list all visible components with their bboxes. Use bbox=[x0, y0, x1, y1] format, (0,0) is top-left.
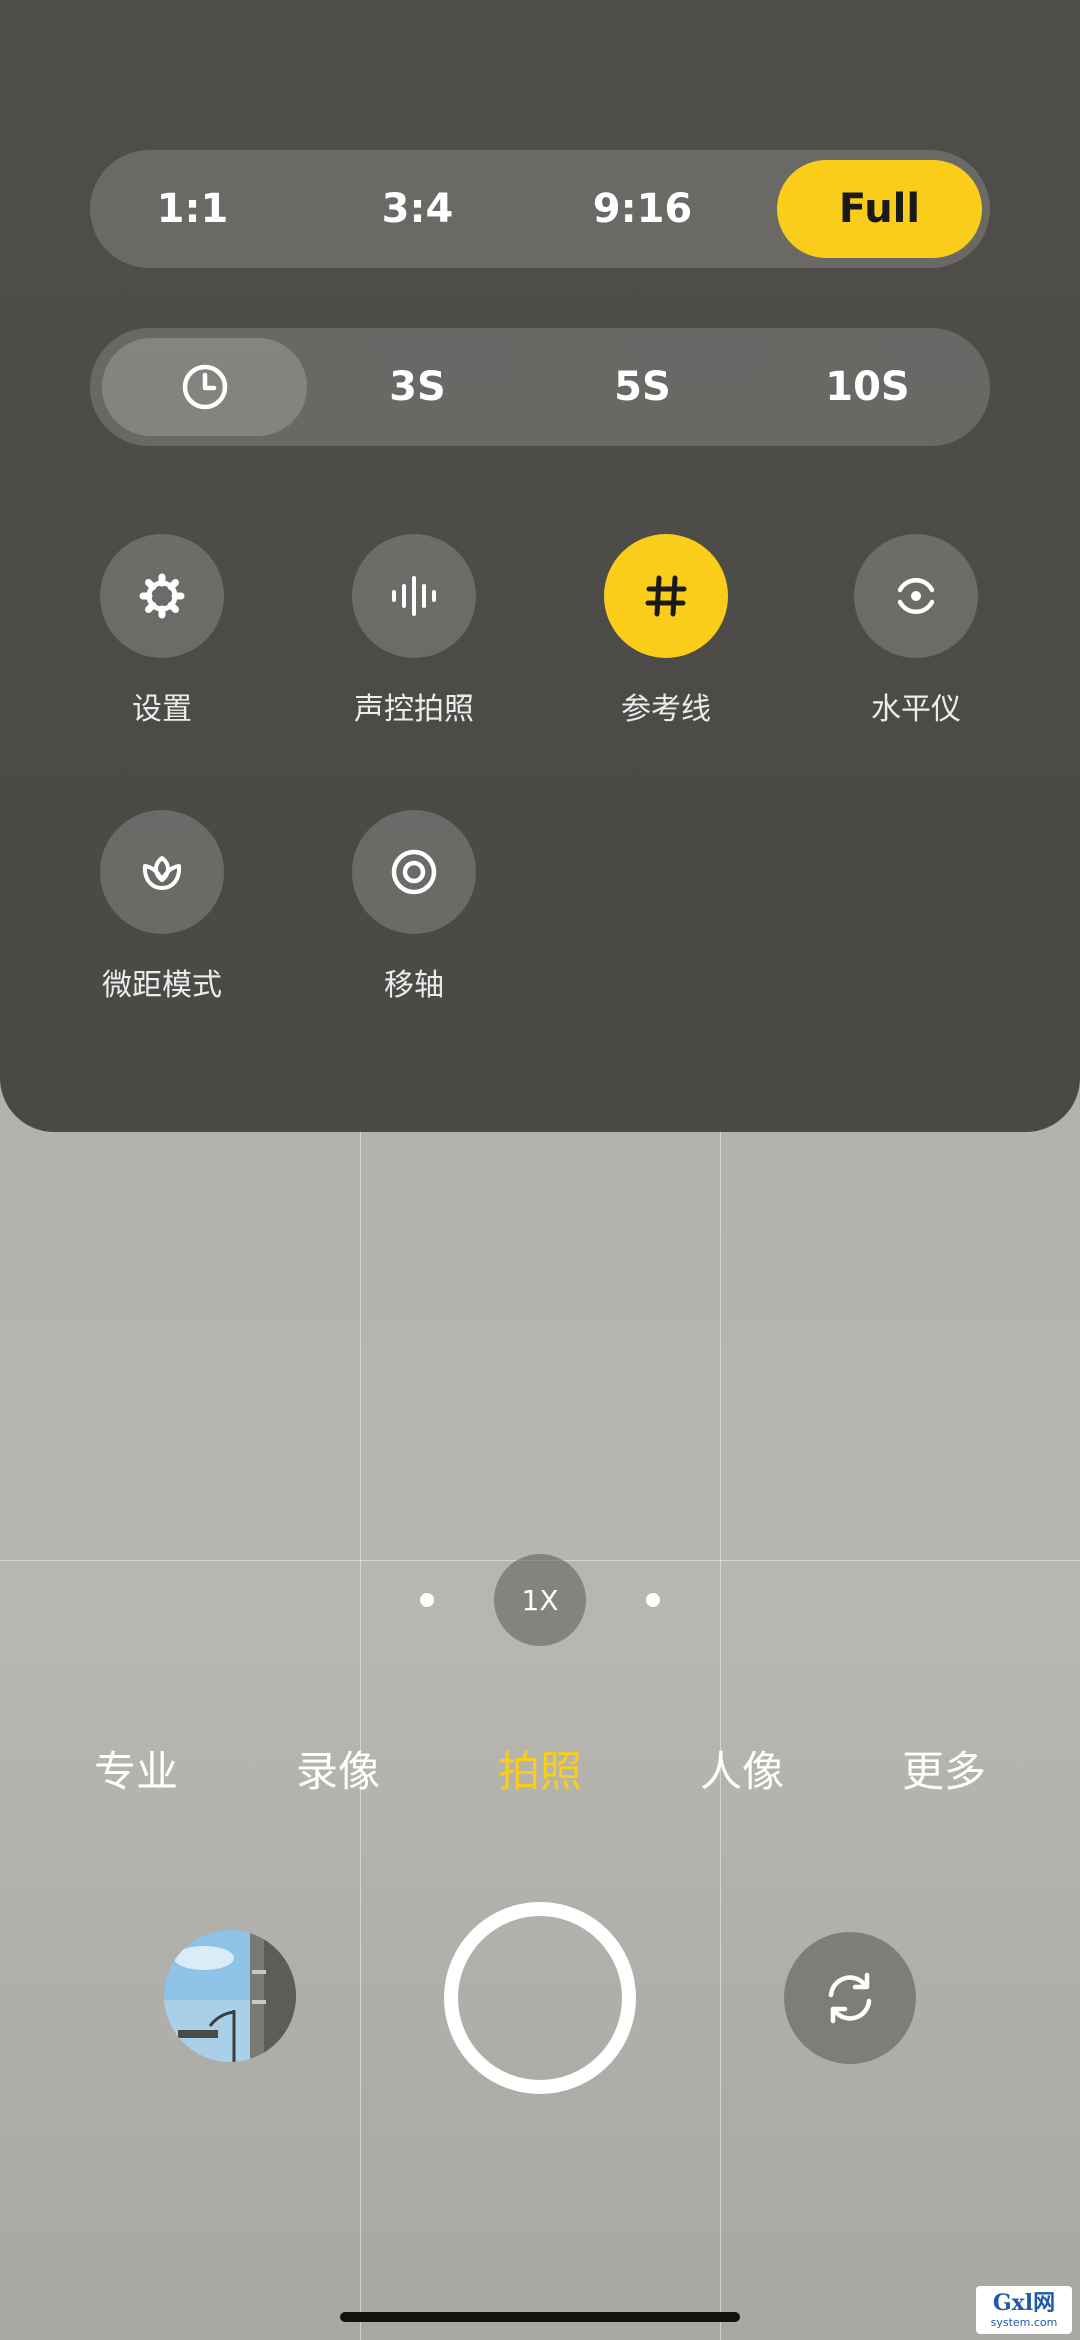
flower-icon bbox=[142, 856, 182, 890]
mode-more[interactable]: 更多 bbox=[902, 1738, 986, 1799]
gridlines-tool[interactable]: 参考线 bbox=[586, 534, 746, 728]
gallery-thumbnail[interactable] bbox=[164, 1930, 296, 2062]
sound-wave-icon bbox=[392, 576, 436, 616]
aspect-ratio-selector: 1:1 3:4 9:16 Full bbox=[90, 150, 990, 268]
zoom-button[interactable]: 1X bbox=[494, 1554, 586, 1646]
aspect-3-4-option[interactable]: 3:4 bbox=[315, 160, 520, 258]
watermark-subtitle: system.com bbox=[990, 2316, 1058, 2329]
macro-button[interactable] bbox=[100, 810, 224, 934]
level-tool[interactable]: 水平仪 bbox=[836, 534, 996, 728]
home-indicator[interactable] bbox=[340, 2312, 740, 2322]
watermark-logo: Gxl网 system.com bbox=[976, 2286, 1072, 2334]
switch-camera-button[interactable] bbox=[784, 1932, 916, 2064]
mode-photo[interactable]: 拍照 bbox=[498, 1738, 582, 1799]
voice-capture-label: 声控拍照 bbox=[354, 692, 474, 727]
settings-label: 设置 bbox=[132, 692, 192, 727]
settings-button[interactable] bbox=[100, 534, 224, 658]
clock-icon bbox=[182, 364, 227, 410]
target-icon bbox=[391, 849, 437, 895]
mode-portrait[interactable]: 人像 bbox=[700, 1738, 784, 1799]
aspect-full-option[interactable]: Full bbox=[777, 160, 982, 258]
zoom-dot-left[interactable] bbox=[420, 1593, 434, 1607]
level-button[interactable] bbox=[854, 534, 978, 658]
aspect-1-1-option[interactable]: 1:1 bbox=[90, 160, 295, 258]
tilt-shift-button[interactable] bbox=[352, 810, 476, 934]
gridlines-button[interactable] bbox=[604, 534, 728, 658]
timer-10s-option[interactable]: 10S bbox=[765, 338, 970, 436]
mode-video[interactable]: 录像 bbox=[296, 1738, 380, 1799]
level-icon bbox=[897, 578, 935, 614]
settings-tool[interactable]: 设置 bbox=[82, 534, 242, 728]
macro-tool[interactable]: 微距模式 bbox=[82, 810, 242, 1004]
aspect-9-16-option[interactable]: 9:16 bbox=[540, 160, 745, 258]
hash-icon bbox=[645, 575, 687, 617]
gridlines-label: 参考线 bbox=[621, 692, 711, 727]
settings-panel: 1:1 3:4 9:16 Full 3S 5S 10S 设置 声控拍照 参考线 … bbox=[0, 0, 1080, 1132]
gear-icon bbox=[139, 573, 185, 619]
level-label: 水平仪 bbox=[871, 692, 961, 727]
camera-flip-icon bbox=[828, 1972, 872, 2024]
timer-3s-option[interactable]: 3S bbox=[315, 338, 520, 436]
zoom-dot-right[interactable] bbox=[646, 1593, 660, 1607]
thumbnail-image bbox=[164, 1930, 296, 2062]
tilt-shift-tool[interactable]: 移轴 bbox=[334, 810, 494, 1004]
watermark-title: Gxl网 bbox=[992, 2290, 1056, 2316]
timer-off-option[interactable] bbox=[102, 338, 307, 436]
voice-capture-tool[interactable]: 声控拍照 bbox=[334, 534, 494, 728]
timer-5s-option[interactable]: 5S bbox=[540, 338, 745, 436]
mode-pro[interactable]: 专业 bbox=[94, 1738, 178, 1799]
voice-capture-button[interactable] bbox=[352, 534, 476, 658]
timer-selector: 3S 5S 10S bbox=[90, 328, 990, 446]
shutter-button[interactable] bbox=[444, 1902, 636, 2094]
tilt-shift-label: 移轴 bbox=[384, 968, 444, 1003]
macro-label: 微距模式 bbox=[102, 968, 222, 1003]
